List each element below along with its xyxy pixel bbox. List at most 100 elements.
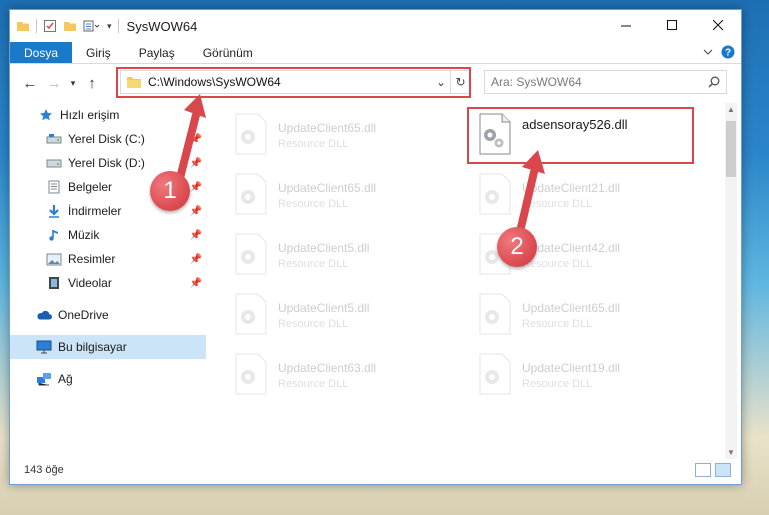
folder-icon	[17, 22, 29, 31]
sidebar-item-quick-access[interactable]: Hızlı erişim	[10, 103, 206, 127]
dll-file-icon	[235, 233, 267, 275]
video-icon	[46, 275, 62, 291]
search-input[interactable]: Ara: SysWOW64	[491, 75, 582, 89]
file-type: Resource DLL	[278, 378, 349, 390]
divider	[36, 19, 37, 33]
sidebar-item-label: Belgeler	[68, 180, 113, 194]
network-icon	[36, 371, 52, 387]
pin-icon[interactable]: 📌	[190, 158, 202, 169]
pin-icon[interactable]: 📌	[190, 134, 202, 145]
dll-file-icon	[479, 353, 511, 395]
view-switcher	[695, 463, 731, 477]
file-type: Resource DLL	[522, 198, 593, 210]
pin-icon[interactable]: 📌	[190, 254, 202, 265]
file-name: UpdateClient65.dll	[278, 121, 377, 135]
music-icon	[46, 227, 62, 243]
file-item[interactable]: UpdateClient19.dll Resource DLL	[478, 353, 688, 403]
scroll-thumb[interactable]	[726, 121, 736, 177]
expand-ribbon-icon[interactable]	[703, 47, 713, 57]
file-type: Resource DLL	[522, 258, 593, 270]
tab-view[interactable]: Görünüm	[189, 42, 267, 63]
file-item[interactable]: UpdateClient63.dll Resource DLL	[234, 353, 444, 403]
dll-file-icon	[479, 173, 511, 215]
file-item[interactable]: UpdateClient65.dll Resource DLL	[234, 113, 444, 163]
search-icon	[708, 76, 720, 88]
customize-toolbar-icon[interactable]: ▾	[107, 21, 112, 32]
pin-icon[interactable]: 📌	[190, 278, 202, 289]
window-title: SysWOW64	[126, 18, 198, 34]
scroll-up-icon[interactable]: ▲	[725, 105, 737, 114]
cloud-icon	[36, 307, 52, 323]
step-1-badge: 1	[150, 171, 190, 211]
file-item[interactable]: UpdateClient21.dll Resource DLL	[478, 173, 688, 223]
file-highlight	[467, 107, 694, 164]
maximize-button[interactable]	[649, 10, 695, 40]
large-icons-view-button[interactable]	[715, 463, 731, 477]
sidebar-item-this-pc[interactable]: Bu bilgisayar	[10, 335, 206, 359]
drive-icon	[46, 131, 62, 147]
back-button[interactable]: ←	[18, 71, 42, 95]
sidebar-item-label: OneDrive	[58, 308, 109, 322]
computer-icon	[36, 339, 52, 355]
close-icon	[712, 19, 723, 30]
chevron-down-icon: ▾	[70, 77, 76, 88]
file-item[interactable]: UpdateClient5.dll Resource DLL	[234, 293, 444, 343]
file-name: UpdateClient65.dll	[278, 181, 377, 195]
sidebar-item-network[interactable]: Ağ	[10, 367, 206, 391]
sidebar-item-videos[interactable]: Videolar 📌	[10, 271, 206, 295]
pin-icon[interactable]: 📌	[190, 230, 202, 241]
file-item[interactable]: UpdateClient65.dll Resource DLL	[478, 293, 688, 343]
sidebar-item-pictures[interactable]: Resimler 📌	[10, 247, 206, 271]
maximize-icon	[666, 19, 677, 30]
sidebar-item-label: Ağ	[58, 372, 73, 386]
step-2-badge: 2	[497, 227, 537, 267]
vertical-scrollbar[interactable]: ▲ ▼	[725, 103, 737, 459]
file-type: Resource DLL	[278, 198, 349, 210]
recent-locations-button[interactable]: ▾	[66, 71, 80, 95]
file-item[interactable]: UpdateClient65.dll Resource DLL	[234, 173, 444, 223]
sidebar-item-label: Yerel Disk (C:)	[68, 132, 145, 146]
svg-text:?: ?	[725, 48, 731, 59]
up-button[interactable]: ↑	[80, 71, 104, 95]
sidebar-item-label: Videolar	[68, 276, 112, 290]
sidebar-item-local-disk-c[interactable]: Yerel Disk (C:) 📌	[10, 127, 206, 151]
new-folder-icon[interactable]	[63, 19, 77, 33]
drive-icon	[46, 155, 62, 171]
sidebar-item-music[interactable]: Müzik 📌	[10, 223, 206, 247]
file-name: UpdateClient5.dll	[278, 301, 370, 315]
pin-icon[interactable]: 📌	[190, 182, 202, 193]
status-bar: 143 öğe	[10, 456, 741, 484]
help-icon[interactable]: ?	[721, 45, 735, 59]
arrow-up-icon: ↑	[88, 74, 96, 92]
details-view-button[interactable]	[695, 463, 711, 477]
sidebar-item-label: Bu bilgisayar	[58, 340, 127, 354]
file-item[interactable]: UpdateClient5.dll Resource DLL	[234, 233, 444, 283]
sidebar-item-label: Hızlı erişim	[60, 108, 120, 122]
dll-file-icon	[235, 113, 267, 155]
sidebar-item-label: Resimler	[68, 252, 116, 266]
arrow-left-icon: ←	[22, 74, 38, 92]
file-name: UpdateClient63.dll	[278, 361, 377, 375]
pin-icon[interactable]: 📌	[190, 206, 202, 217]
tab-share[interactable]: Paylaş	[125, 42, 189, 63]
download-icon	[46, 203, 62, 219]
search-box[interactable]: Ara: SysWOW64	[484, 70, 727, 94]
minimize-button[interactable]	[603, 10, 649, 40]
forward-button[interactable]: →	[42, 71, 66, 95]
close-button[interactable]	[695, 10, 741, 40]
file-name: UpdateClient65.dll	[522, 301, 621, 315]
pictures-icon	[46, 251, 62, 267]
item-count: 143 öğe	[24, 464, 64, 476]
properties-icon[interactable]	[43, 19, 57, 33]
view-options-icon[interactable]	[83, 19, 101, 33]
dll-file-icon	[235, 173, 267, 215]
tab-home[interactable]: Giriş	[72, 42, 125, 63]
ribbon-tabs: Dosya Giriş Paylaş Görünüm ?	[10, 42, 741, 64]
sidebar-item-label: İndirmeler	[68, 204, 122, 218]
tab-file[interactable]: Dosya	[10, 42, 73, 63]
file-name: UpdateClient5.dll	[278, 241, 370, 255]
minimize-icon	[620, 25, 631, 26]
file-type: Resource DLL	[278, 318, 349, 330]
sidebar-item-onedrive[interactable]: OneDrive	[10, 303, 206, 327]
